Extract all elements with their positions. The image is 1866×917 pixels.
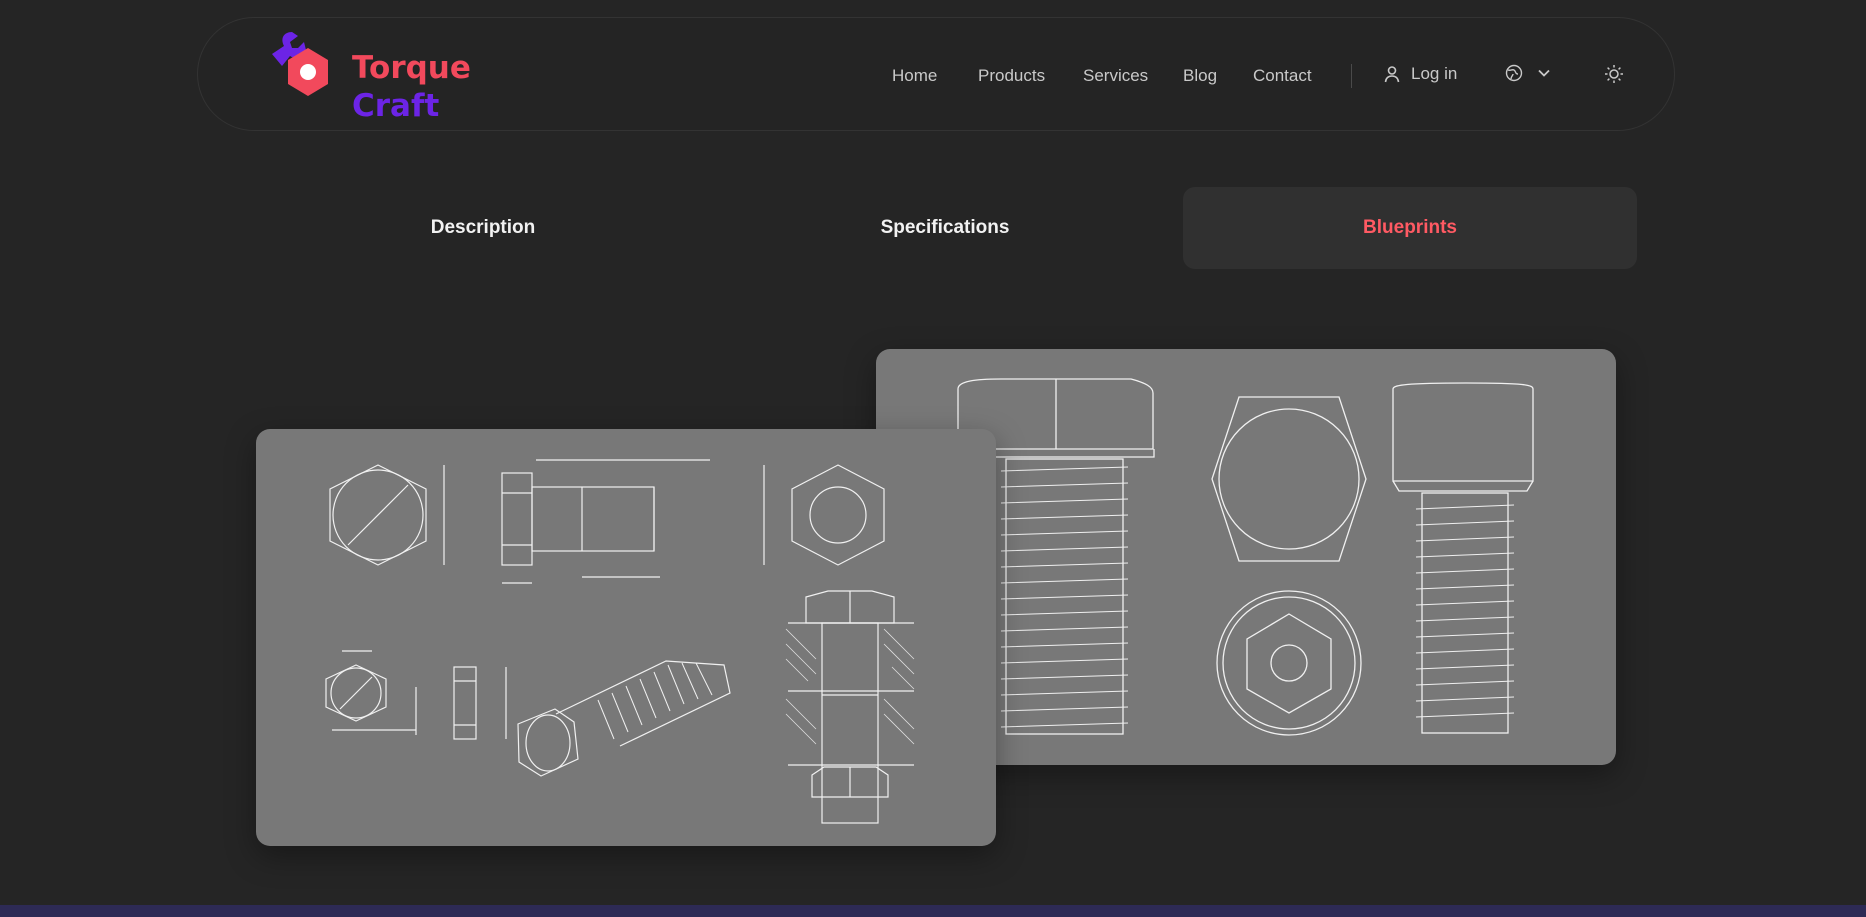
language-selector[interactable] <box>1505 64 1553 82</box>
sun-icon[interactable] <box>1603 63 1625 85</box>
footer-accent-bar <box>0 905 1866 917</box>
logo-word-craft: Craft <box>352 88 440 124</box>
nav-blog[interactable]: Blog <box>1183 66 1217 86</box>
page: Torque Craft Home Products Services Blog… <box>0 0 1866 917</box>
nav-divider <box>1351 64 1352 88</box>
nav-services[interactable]: Services <box>1083 66 1148 86</box>
nav-home[interactable]: Home <box>892 66 937 86</box>
perspective-bolt <box>517 660 731 777</box>
chevron-down-icon <box>1538 69 1550 77</box>
blueprint-image-technical <box>256 429 996 846</box>
nav-contact[interactable]: Contact <box>1253 66 1312 86</box>
logo-link[interactable]: Torque Craft <box>254 24 494 124</box>
globe-icon <box>1505 64 1523 82</box>
product-tabs: Description Specifications Blueprints <box>256 187 1637 269</box>
login-label: Log in <box>1411 64 1458 83</box>
tab-description[interactable]: Description <box>256 187 710 269</box>
nav-products[interactable]: Products <box>978 66 1045 86</box>
logo-icon <box>272 32 328 96</box>
bolt-technical-drawing <box>325 459 915 824</box>
logo-word-torque: Torque <box>352 50 471 86</box>
tab-blueprints[interactable]: Blueprints <box>1183 187 1637 269</box>
navbar: Torque Craft Home Products Services Blog… <box>197 17 1675 131</box>
tab-specifications[interactable]: Specifications <box>718 187 1172 269</box>
user-icon <box>1384 66 1400 83</box>
login-button[interactable]: Log in <box>1383 64 1457 84</box>
